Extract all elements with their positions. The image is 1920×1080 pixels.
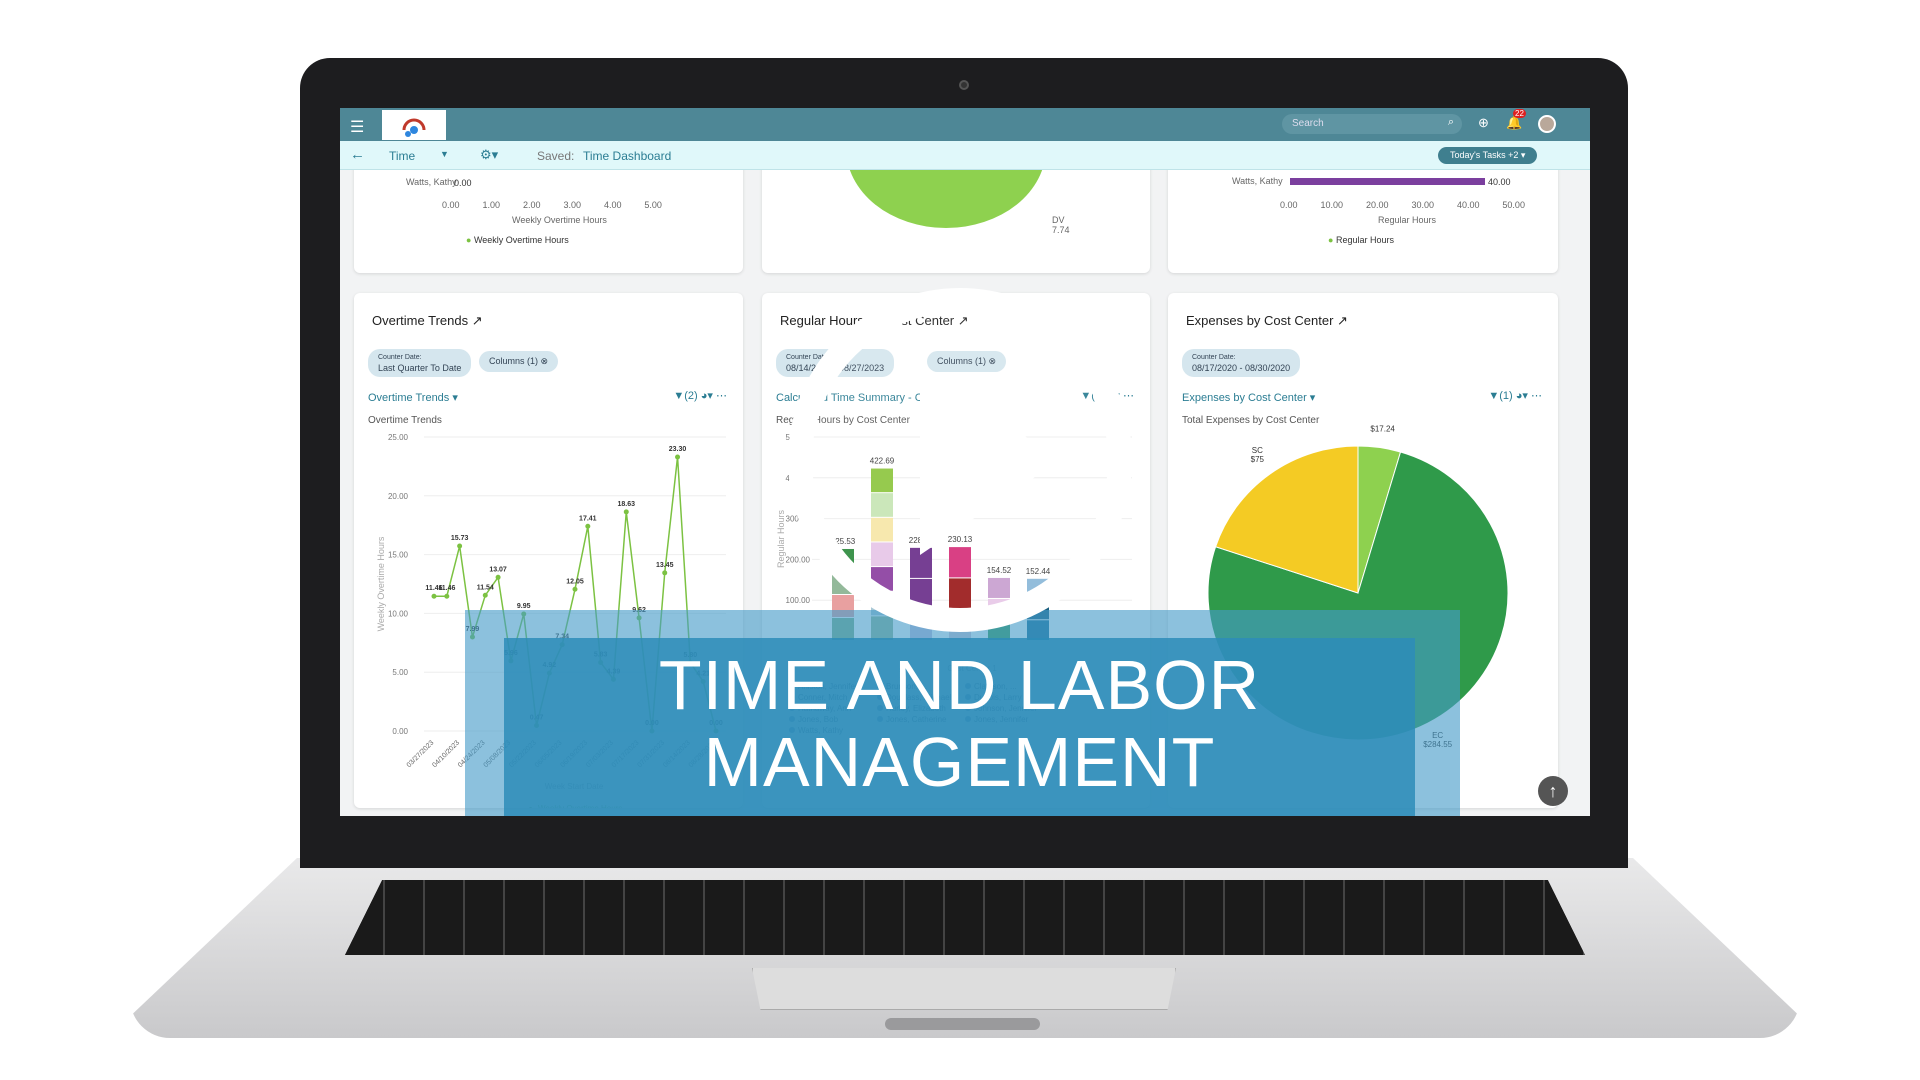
- row-label: Watts, Kathy: [1232, 176, 1283, 186]
- trackpad: [752, 968, 1176, 1010]
- menu-icon[interactable]: ☰: [350, 117, 364, 137]
- data-label: 15.73: [451, 535, 469, 542]
- y-tick-label: 15.00: [388, 551, 409, 560]
- y-axis-title: Weekly Overtime Hours: [376, 536, 386, 631]
- tick-label: 10.00: [1320, 200, 1344, 210]
- card-title[interactable]: Expenses by Cost Center ↗: [1186, 313, 1348, 329]
- data-label: 17.41: [579, 515, 597, 522]
- data-point: [482, 592, 488, 598]
- tick-label: 40.00: [1456, 200, 1480, 210]
- data-point: [662, 570, 668, 576]
- view-select[interactable]: Expenses by Cost Center ▾: [1182, 391, 1315, 404]
- video-title-line1: TIME AND LABOR: [658, 646, 1261, 724]
- tick-label: 50.00: [1502, 200, 1525, 210]
- axis-title: Weekly Overtime Hours: [512, 215, 607, 225]
- tick-label: 0.00: [1280, 200, 1298, 210]
- play-button[interactable]: [770, 270, 1150, 650]
- laptop-notch: [885, 1018, 1040, 1030]
- tick-label: 5.00: [644, 200, 662, 210]
- y-tick-label: 25.00: [388, 433, 409, 442]
- row-label: Watts, Kathy: [406, 177, 457, 187]
- x-axis-ticks: 0.00 1.00 2.00 3.00 4.00 5.00: [442, 200, 662, 210]
- bar: [1290, 178, 1485, 185]
- video-title-line2: MANAGEMENT: [703, 723, 1216, 801]
- slice-value: 7.74: [1052, 225, 1070, 235]
- data-point: [431, 593, 437, 599]
- data-label: 13.07: [489, 566, 507, 573]
- slice-label: SC: [1252, 446, 1263, 455]
- app-header: ☰ Search ⌕ ⊕ 🔔 22: [340, 108, 1590, 141]
- data-point: [457, 543, 463, 549]
- slice-value: $75: [1251, 455, 1265, 464]
- y-tick-label: 10.00: [388, 609, 409, 618]
- slice-label: DV: [1052, 215, 1065, 225]
- legend-label: Weekly Overtime Hours: [473, 235, 569, 245]
- data-point: [585, 523, 591, 529]
- slice-value: $17.24: [1370, 425, 1395, 434]
- y-tick-label: 5.00: [392, 668, 408, 677]
- tasks-label: Today's Tasks +2: [1450, 150, 1519, 160]
- search-placeholder: Search: [1292, 118, 1324, 129]
- data-label: 11.54: [477, 584, 494, 591]
- search-input[interactable]: Search ⌕: [1282, 114, 1462, 134]
- view-select[interactable]: Overtime Trends ▾: [368, 391, 458, 404]
- x-axis-ticks: 0.00 10.00 20.00 30.00 40.00 50.00: [1280, 200, 1525, 210]
- data-label: 9.95: [517, 603, 531, 610]
- camera: [959, 80, 969, 90]
- tick-label: 4.00: [603, 200, 622, 210]
- data-label: 12.05: [566, 578, 584, 585]
- search-icon[interactable]: ⌕: [1448, 116, 1454, 129]
- counter-date-filter[interactable]: Counter Date: 08/17/2020 - 08/30/2020: [1182, 349, 1301, 377]
- data-label: 23.30: [669, 446, 687, 453]
- tick-label: 3.00: [563, 200, 581, 210]
- legend-label: Regular Hours: [1335, 235, 1394, 245]
- data-point: [495, 574, 501, 580]
- saved-view-select[interactable]: Time Dashboard: [583, 149, 671, 163]
- back-arrow-icon[interactable]: ←: [350, 146, 365, 163]
- todays-tasks-button[interactable]: Today's Tasks +2 ▾: [1438, 147, 1538, 164]
- row-value: 0.00: [454, 178, 472, 188]
- tick-label: 20.00: [1365, 200, 1389, 210]
- tick-label: 0.00: [442, 200, 460, 210]
- card-tools[interactable]: ▼(1) ◕▾ ⋯: [1488, 389, 1542, 402]
- tick-label: 30.00: [1411, 200, 1434, 210]
- card-tools[interactable]: ▼(2) ◕▾ ⋯: [673, 389, 727, 402]
- data-point: [444, 593, 450, 599]
- notification-badge: 22: [1513, 109, 1526, 118]
- y-tick-label: 20.00: [388, 492, 409, 501]
- data-label: 11.46: [438, 585, 455, 592]
- data-point: [572, 586, 578, 592]
- chevron-down-icon[interactable]: ▼: [440, 149, 449, 159]
- counter-date-filter[interactable]: Counter Date: Last Quarter To Date: [368, 349, 472, 377]
- columns-filter[interactable]: Columns (1) ⊗: [479, 351, 559, 372]
- keyboard: [345, 880, 1585, 955]
- axis-title: Regular Hours: [1378, 215, 1437, 225]
- module-select[interactable]: Time: [389, 149, 415, 163]
- data-point: [623, 509, 629, 515]
- y-tick-label: 0.00: [392, 727, 408, 736]
- card-title[interactable]: Overtime Trends ↗: [372, 313, 483, 329]
- data-point: [675, 454, 681, 460]
- help-icon[interactable]: ⊕: [1478, 115, 1489, 131]
- saved-label: Saved:: [537, 149, 575, 163]
- logo[interactable]: [382, 110, 446, 140]
- data-label: 18.63: [618, 501, 636, 508]
- scroll-top-button[interactable]: ↑: [1538, 776, 1568, 806]
- tick-label: 2.00: [522, 200, 541, 210]
- gear-icon[interactable]: ⚙▾: [480, 147, 498, 163]
- row-value: 40.00: [1488, 177, 1511, 187]
- avatar[interactable]: [1538, 115, 1556, 133]
- toolbar: ← Time ▼ ⚙▾ Saved: Time Dashboard Today'…: [340, 141, 1590, 170]
- tick-label: 1.00: [482, 200, 501, 210]
- data-label: 13.45: [656, 562, 674, 569]
